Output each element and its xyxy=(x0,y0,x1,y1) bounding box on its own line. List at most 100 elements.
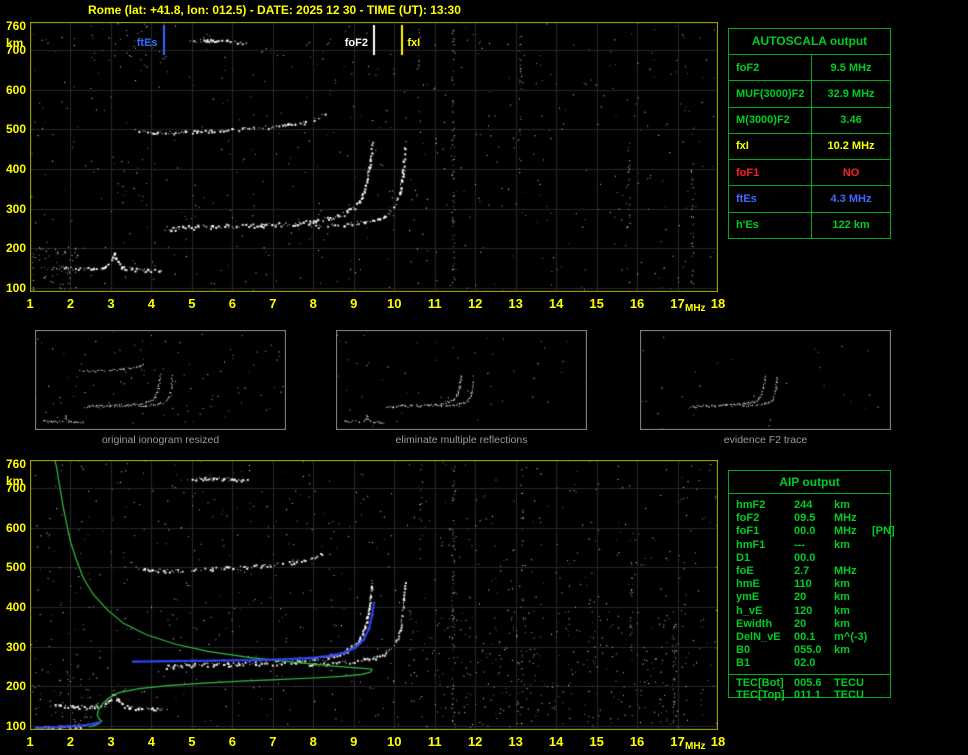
x-tick-label: 13 xyxy=(508,296,523,311)
y-tick-label: 100 xyxy=(5,281,26,296)
aip-row-value: 20 xyxy=(794,617,807,630)
aip-row-label: hmF1 xyxy=(736,538,766,551)
autoscala-row-label: MUF(3000)F2 xyxy=(736,87,805,100)
aip-row-label: foF2 xyxy=(736,512,760,525)
aip-row-unit: km xyxy=(834,578,850,591)
y-tick-label: 600 xyxy=(5,520,26,535)
aip-row-value: 20 xyxy=(794,591,807,604)
aip-row-unit xyxy=(834,657,872,670)
thumbnail-original-caption: original ionogram resized xyxy=(101,434,220,446)
x-tick-label: 12 xyxy=(467,734,483,749)
autoscala-row-foF2: foF2 9.5 MHz xyxy=(729,55,890,81)
thumbnail-filtered-canvas xyxy=(336,330,587,430)
y-tick-label: 300 xyxy=(5,639,26,654)
aip-row-note xyxy=(872,657,890,670)
aip-row-label: Ewidth xyxy=(736,617,773,630)
aip-row-hmE: hmE 110 km xyxy=(729,578,890,591)
aip-row-DelN_vE: DelN_vE 00.1 m^(-3) xyxy=(729,631,890,644)
x-tick-label: 13 xyxy=(508,734,523,749)
aip-table-title: AIP output xyxy=(729,471,890,494)
aip-row-value: --- xyxy=(794,538,805,551)
bottom-ionogram-canvas xyxy=(30,460,718,730)
y-tick-label: 400 xyxy=(5,599,26,614)
aip-row-hmF1: hmF1 --- km xyxy=(729,539,890,552)
autoscala-row-label: foF1 xyxy=(736,166,760,179)
x-tick-label: 10 xyxy=(387,734,402,749)
x-tick-label: 14 xyxy=(548,296,564,311)
aip-row-label: hmF2 xyxy=(736,499,766,511)
aip-tec-row-TEC[Bot]: TEC[Bot] 005.6 TECU xyxy=(729,677,890,690)
aip-row-label: B0 xyxy=(736,644,751,657)
aip-row-value: 09.5 xyxy=(794,512,816,525)
autoscala-row-value: 3.46 xyxy=(811,107,890,133)
x-tick-label: 1 xyxy=(26,734,34,749)
aip-row-label: ymE xyxy=(736,591,760,604)
thumbnail-original-ionogram xyxy=(35,330,286,430)
x-tick-label: 11 xyxy=(427,734,442,749)
aip-row-value: 00.0 xyxy=(794,525,816,538)
autoscala-row-value: 122 km xyxy=(811,212,890,238)
aip-row-unit: MHz xyxy=(834,565,857,578)
top-mhz-axis-unit: MHz xyxy=(685,303,706,314)
aip-tec-rows: TEC[Bot] 005.6 TECU TEC[Top] 011.1 TECU xyxy=(729,675,890,702)
x-tick-label: 3 xyxy=(107,734,115,749)
x-tick-label: 14 xyxy=(548,734,564,749)
autoscala-row-MUF(3000)F2: MUF(3000)F2 32.9 MHz xyxy=(729,80,890,107)
aip-tec-label: TEC[Bot] xyxy=(736,676,784,689)
aip-row-note xyxy=(872,631,890,644)
y-tick-label: 400 xyxy=(5,161,26,176)
aip-row-B1: B1 02.0 xyxy=(729,657,890,670)
autoscala-row-value: 4.3 MHz xyxy=(811,186,890,212)
autoscala-row-M(3000)F2: M(3000)F2 3.46 xyxy=(729,106,890,133)
aip-row-unit: km xyxy=(834,499,850,511)
x-tick-label: 15 xyxy=(589,734,604,749)
bottom-ionogram-plot xyxy=(30,460,718,730)
aip-row-value: 02.0 xyxy=(794,657,816,670)
aip-row-label: foE xyxy=(736,565,754,578)
autoscala-row-ftEs: ftEs 4.3 MHz xyxy=(729,185,890,212)
top-ionogram-plot xyxy=(30,22,718,292)
thumbnail-original-canvas xyxy=(35,330,286,430)
x-tick-label: 8 xyxy=(309,296,317,311)
top-km-axis-unit: km xyxy=(6,36,24,50)
aip-row-hmF2: hmF2 244 km xyxy=(729,499,890,512)
aip-row-note xyxy=(872,591,890,604)
aip-row-h_vE: h_vE 120 km xyxy=(729,605,890,618)
aip-tec-label: TEC[Top] xyxy=(736,689,785,702)
thumbnail-filtered-ionogram xyxy=(336,330,587,430)
autoscala-row-fxI: fxI 10.2 MHz xyxy=(729,132,890,160)
aip-tec-row-TEC[Top]: TEC[Top] 011.1 TECU xyxy=(729,689,890,702)
aip-row-value: 244 xyxy=(794,499,813,511)
x-tick-label: 8 xyxy=(309,734,317,749)
aip-row-foE: foE 2.7 MHz xyxy=(729,565,890,578)
aip-row-note xyxy=(872,499,890,512)
bottom-mhz-axis-unit: MHz xyxy=(685,741,706,752)
aip-row-label: D1 xyxy=(736,551,751,564)
autoscala-output-table: AUTOSCALA output foF2 9.5 MHz MUF(3000)F2 3… xyxy=(728,28,891,239)
aip-row-value: 00.0 xyxy=(794,551,816,564)
x-tick-label: 5 xyxy=(188,296,196,311)
thumbnail-f2-trace xyxy=(640,330,891,430)
x-tick-label: 7 xyxy=(269,734,277,749)
autoscala-row-value: NO xyxy=(811,160,890,186)
x-tick-label: 6 xyxy=(228,734,236,749)
bottom-km-axis-unit: km xyxy=(6,474,24,488)
y-tick-label: 200 xyxy=(5,679,26,694)
aip-row-B0: B0 055.0 km xyxy=(729,644,890,657)
aip-row-label: B1 xyxy=(736,657,751,670)
aip-row-Ewidth: Ewidth 20 km xyxy=(729,618,890,631)
aip-row-note xyxy=(872,644,890,657)
autoscala-row-label: ftEs xyxy=(736,193,757,206)
aip-row-note xyxy=(872,605,890,618)
aip-row-value: 120 xyxy=(794,604,813,617)
aip-tec-unit: TECU xyxy=(834,676,864,689)
aip-row-note xyxy=(872,578,890,591)
aip-row-unit: m^(-3) xyxy=(834,631,868,644)
aip-table-rows: hmF2 244 km foF2 09.5 MHz foF1 00.0 MHz [PN] hmF1 -… xyxy=(729,494,895,671)
y-tick-label: 500 xyxy=(5,122,26,137)
aip-tec-value: 011.1 xyxy=(794,689,821,702)
aip-tec-value: 005.6 xyxy=(794,676,822,689)
autoscala-row-label: h'Es xyxy=(736,219,759,232)
aip-row-foF1: foF1 00.0 MHz [PN] xyxy=(729,525,895,538)
autoscala-row-label: fxI xyxy=(736,140,749,153)
